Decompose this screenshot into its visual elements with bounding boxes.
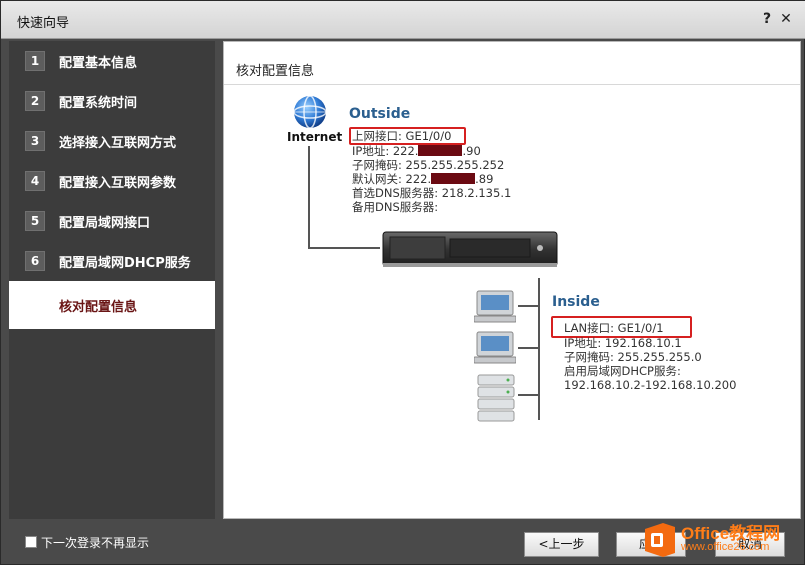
connector-line xyxy=(518,347,540,349)
firewall-device-icon xyxy=(382,231,558,267)
step-basic-info[interactable]: 1 配置基本信息 xyxy=(9,41,215,81)
dont-show-label: 下一次登录不再显示 xyxy=(41,536,150,550)
step-label: 选择接入互联网方式 xyxy=(59,136,177,151)
close-button[interactable]: ✕ xyxy=(777,10,795,28)
step-label: 配置接入互联网参数 xyxy=(59,176,177,191)
internet-label: Internet xyxy=(287,130,343,144)
title-bar: 快速向导 ? ✕ xyxy=(1,1,805,39)
step-internet-params[interactable]: 4 配置接入互联网参数 xyxy=(9,161,215,201)
outside-dns2: 备用DNS服务器: xyxy=(352,200,439,214)
help-button[interactable]: ? xyxy=(758,10,776,28)
outside-mask: 子网掩码: 255.255.255.252 xyxy=(352,158,505,172)
step-number: 5 xyxy=(25,211,45,231)
step-label: 配置局域网DHCP服务 xyxy=(59,256,191,271)
office-logo-icon xyxy=(645,523,675,557)
step-number: 2 xyxy=(25,91,45,111)
step-system-time[interactable]: 2 配置系统时间 xyxy=(9,81,215,121)
wizard-steps-sidebar: 1 配置基本信息 2 配置系统时间 3 选择接入互联网方式 4 配置接入互联网参… xyxy=(9,41,215,519)
inside-mask: 子网掩码: 255.255.255.0 xyxy=(564,350,702,364)
step-label: 配置系统时间 xyxy=(59,96,138,111)
step-review-config[interactable]: 7 核对配置信息 xyxy=(9,281,215,329)
step-label: 配置基本信息 xyxy=(59,56,138,71)
inside-ip: IP地址: 192.168.10.1 xyxy=(564,336,682,350)
outside-interface: 上网接口: GE1/0/0 xyxy=(352,129,452,143)
prev-button[interactable]: <上一步 xyxy=(524,532,599,557)
page-title: 核对配置信息 xyxy=(236,64,315,79)
step-label: 核对配置信息 xyxy=(59,300,138,315)
computer-icon xyxy=(474,331,516,364)
inside-header: Inside xyxy=(552,294,600,310)
inside-dhcp: 启用局域网DHCP服务: xyxy=(564,364,681,378)
server-icon xyxy=(477,374,515,422)
computer-icon xyxy=(474,290,516,323)
outside-header: Outside xyxy=(349,106,411,122)
outside-dns1: 首选DNS服务器: 218.2.135.1 xyxy=(352,186,512,200)
step-number: 1 xyxy=(25,51,45,71)
step-number: 7 xyxy=(25,291,45,311)
step-number: 4 xyxy=(25,171,45,191)
connector-line xyxy=(518,394,540,396)
step-lan-dhcp[interactable]: 6 配置局域网DHCP服务 xyxy=(9,241,215,281)
review-panel: 核对配置信息 Internet Outside 上网接口: GE1/0/0 IP… xyxy=(223,41,801,519)
window-title: 快速向导 xyxy=(17,16,70,31)
quick-wizard-dialog: 快速向导 ? ✕ 1 配置基本信息 2 配置系统时间 3 选择接入互联网方式 4… xyxy=(0,0,805,565)
globe-icon xyxy=(293,95,327,129)
redaction-block xyxy=(418,145,463,156)
step-label: 配置局域网接口 xyxy=(59,216,151,231)
step-lan-interface[interactable]: 5 配置局域网接口 xyxy=(9,201,215,241)
inside-dhcp-range: 192.168.10.2-192.168.10.200 xyxy=(564,378,737,392)
step-number: 3 xyxy=(25,131,45,151)
connector-line xyxy=(308,247,380,249)
outside-ip: IP地址: 222. .90 xyxy=(352,144,481,158)
redaction-block xyxy=(431,173,476,184)
watermark: Office教程网 www.office26.com xyxy=(637,517,805,563)
divider xyxy=(224,84,800,85)
connector-line xyxy=(308,146,310,248)
step-number: 6 xyxy=(25,251,45,271)
step-internet-mode[interactable]: 3 选择接入互联网方式 xyxy=(9,121,215,161)
connector-line xyxy=(538,278,540,420)
watermark-url: www.office26.com xyxy=(681,541,770,553)
outside-gateway: 默认网关: 222. .89 xyxy=(352,172,494,186)
connector-line xyxy=(518,305,540,307)
dont-show-checkbox[interactable] xyxy=(25,536,37,548)
inside-interface: LAN接口: GE1/0/1 xyxy=(564,321,664,335)
